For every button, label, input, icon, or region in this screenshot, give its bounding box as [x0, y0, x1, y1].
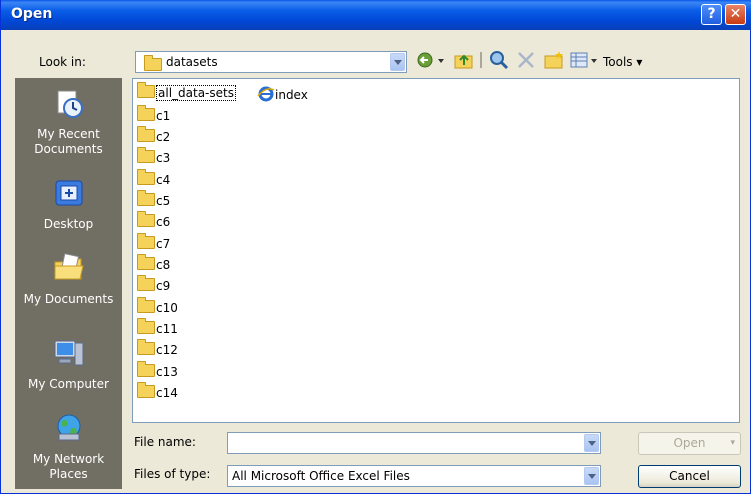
look-in-value: datasets — [166, 55, 218, 69]
list-item[interactable]: c9 — [137, 275, 170, 294]
search-web-icon[interactable] — [488, 50, 510, 70]
list-item[interactable]: c6 — [137, 211, 170, 230]
file-list[interactable]: all_data-sets c1 c2 c3 c4 c5 c6 c7 c8 c9… — [132, 78, 740, 423]
title-bar[interactable]: Open ? ✕ — [1, 0, 751, 30]
folder-icon — [137, 105, 155, 121]
place-label: My Documents — [23, 292, 114, 306]
folder-icon — [137, 82, 155, 98]
my-computer-icon — [54, 340, 83, 366]
list-item[interactable]: c1 — [137, 105, 170, 124]
open-button[interactable]: Open ▾ — [638, 432, 741, 455]
up-folder-icon[interactable] — [453, 50, 475, 70]
place-label: My Network Places — [32, 452, 105, 481]
help-button[interactable]: ? — [701, 4, 722, 25]
file-name-input[interactable] — [227, 432, 601, 454]
new-folder-icon[interactable] — [543, 50, 565, 70]
list-item[interactable]: c3 — [137, 147, 170, 166]
look-in-select[interactable]: datasets — [135, 51, 407, 73]
file-type-value: All Microsoft Office Excel Files — [232, 469, 410, 483]
list-item[interactable]: all_data-sets — [137, 82, 236, 101]
folder-icon — [137, 147, 155, 163]
list-item[interactable]: index — [257, 86, 308, 102]
folder-icon — [137, 126, 155, 142]
tools-label: Tools — [603, 55, 633, 69]
list-item[interactable]: c4 — [137, 169, 170, 188]
place-label: My Computer — [28, 377, 109, 391]
views-icon[interactable] — [569, 50, 599, 70]
delete-icon[interactable] — [515, 50, 537, 70]
open-dialog: Open ? ✕ Look in: datasets Tools ▾ My Re… — [0, 0, 751, 494]
cancel-button[interactable]: Cancel — [638, 465, 741, 488]
place-network-places[interactable]: My Network Places — [16, 412, 121, 482]
my-documents-icon — [54, 253, 84, 280]
list-item[interactable]: c7 — [137, 233, 170, 252]
window-title: Open — [11, 6, 53, 22]
place-my-computer[interactable]: My Computer — [16, 337, 121, 392]
place-desktop[interactable]: Desktop — [16, 177, 121, 232]
ie-document-icon — [257, 86, 275, 102]
folder-icon — [137, 382, 155, 398]
folder-icon — [137, 297, 155, 313]
list-item[interactable]: c12 — [137, 339, 178, 358]
list-item[interactable]: c5 — [137, 190, 170, 209]
place-recent-documents[interactable]: My Recent Documents — [16, 87, 121, 157]
places-bar: My Recent Documents Desktop My Documents — [15, 78, 122, 489]
file-name-label: File name: — [134, 435, 196, 449]
file-type-label: Files of type: — [134, 467, 211, 481]
list-item[interactable]: c14 — [137, 382, 178, 401]
folder-icon — [137, 190, 155, 206]
folder-icon — [144, 55, 162, 71]
look-in-label: Look in: — [39, 55, 86, 69]
folder-icon — [137, 169, 155, 185]
file-type-select[interactable]: All Microsoft Office Excel Files — [227, 465, 601, 487]
folder-icon — [137, 318, 155, 334]
list-item[interactable]: c13 — [137, 361, 178, 380]
network-places-icon — [57, 414, 80, 441]
folder-icon — [137, 233, 155, 249]
tools-menu[interactable]: Tools ▾ — [603, 55, 642, 69]
list-item[interactable]: c2 — [137, 126, 170, 145]
folder-icon — [137, 275, 155, 291]
place-my-documents[interactable]: My Documents — [16, 252, 121, 307]
list-item[interactable]: c10 — [137, 297, 178, 316]
chevron-down-icon: ▾ — [730, 438, 735, 448]
folder-icon — [137, 339, 155, 355]
close-button[interactable]: ✕ — [725, 4, 746, 25]
folder-icon — [137, 361, 155, 377]
list-item[interactable]: c8 — [137, 254, 170, 273]
chevron-down-icon[interactable] — [584, 467, 599, 485]
chevron-down-icon[interactable] — [390, 53, 405, 71]
list-item[interactable]: c11 — [137, 318, 178, 337]
place-label: Desktop — [43, 217, 94, 231]
folder-icon — [137, 254, 155, 270]
place-label: My Recent Documents — [34, 127, 103, 156]
back-icon[interactable] — [416, 50, 446, 70]
chevron-down-icon[interactable] — [584, 434, 599, 452]
recent-documents-icon — [57, 90, 83, 118]
desktop-icon — [55, 180, 82, 206]
folder-icon — [137, 211, 155, 227]
toolbar-separator — [480, 52, 482, 68]
